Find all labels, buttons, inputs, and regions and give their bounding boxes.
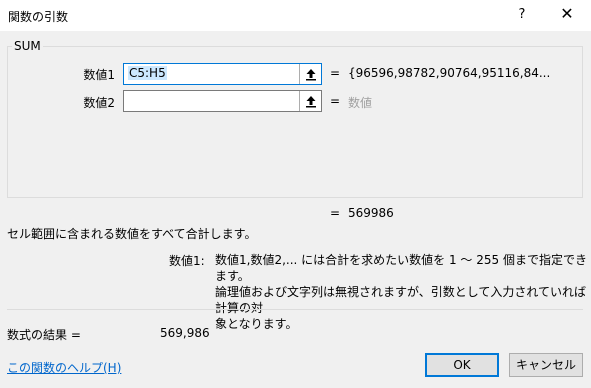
total-equals: = <box>330 206 341 220</box>
arg1-input[interactable]: C5:H5 <box>123 63 322 85</box>
arg-description-label: 数値1: <box>169 254 205 268</box>
arg2-input[interactable] <box>123 90 322 112</box>
collapse-dialog-icon <box>305 68 316 80</box>
arg2-collapse-button[interactable] <box>299 91 321 111</box>
arg-description-line: 象となります。 <box>215 317 298 331</box>
arg1-result: {96596,98782,90764,95116,84... <box>348 66 551 80</box>
arg-description-text: 数値1,数値2,... には合計を求めたい数値を 1 ～ 255 個まで指定でき… <box>215 252 587 332</box>
arg2-label: 数値2 <box>83 96 115 110</box>
ok-button[interactable]: OK <box>425 353 499 377</box>
formula-result-label: 数式の結果 = <box>7 328 81 342</box>
arg1-collapse-button[interactable] <box>299 64 321 84</box>
arg2-result: 数値 <box>348 96 373 110</box>
collapse-dialog-icon <box>305 95 316 107</box>
cancel-button[interactable]: キャンセル <box>509 353 583 377</box>
separator <box>7 309 583 310</box>
help-icon[interactable]: ? <box>512 7 532 25</box>
arg1-label: 数値1 <box>83 68 115 82</box>
function-description: セル範囲に含まれる数値をすべて合計します。 <box>7 227 257 241</box>
arg2-equals: = <box>330 94 341 108</box>
arg1-value: C5:H5 <box>128 66 167 80</box>
function-name: SUM <box>12 39 43 53</box>
arg1-equals: = <box>330 66 341 80</box>
arg-description-line: 論理値および文字列は無視されますが、引数として入力されていれば計算の対 <box>215 285 587 315</box>
window-title: 関数の引数 <box>8 10 69 24</box>
total-result-value: 569986 <box>348 206 394 220</box>
title-bar: 関数の引数 ? ✕ <box>0 0 591 31</box>
function-help-link[interactable]: この関数のヘルプ(H) <box>7 359 121 376</box>
arg-description-line: 数値1,数値2,... には合計を求めたい数値を 1 ～ 255 個まで指定でき… <box>215 253 587 283</box>
close-icon[interactable]: ✕ <box>552 4 582 26</box>
formula-result-value: 569,986 <box>160 326 210 340</box>
